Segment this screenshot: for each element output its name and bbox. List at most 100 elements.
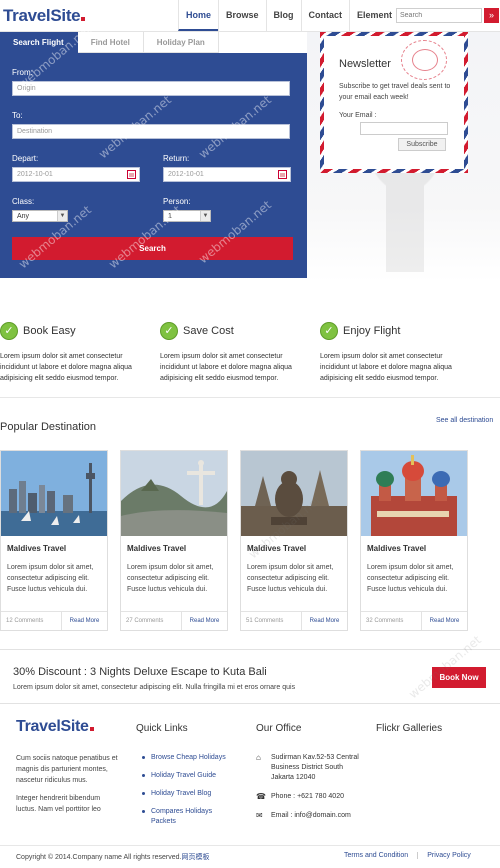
card-footer: 51 Comments Read More	[241, 611, 347, 630]
booking-panel: Search Flight Find Hotel Holiday Plan Fr…	[0, 32, 307, 278]
feature-title: Enjoy Flight	[343, 325, 401, 337]
destination-card: Maldives Travel Lorem ipsum dolor sit am…	[360, 450, 468, 631]
depart-label: Depart:	[12, 154, 39, 163]
footer-about: Cum sociis natoque penatibus et magnis d…	[16, 755, 118, 813]
nav-browse[interactable]: Browse	[218, 0, 266, 31]
origin-input[interactable]: Origin	[12, 81, 290, 96]
check-icon: ✓	[160, 322, 178, 340]
destination-photo-rio-statue[interactable]	[121, 451, 227, 536]
popular-destination-title: Popular Destination	[0, 421, 97, 433]
tab-holiday-plan[interactable]: Holiday Plan	[143, 32, 219, 53]
copyright-text: Copyright © 2014.Company name All rights…	[16, 854, 210, 861]
quick-links-title: Quick Links	[136, 723, 188, 734]
read-more-link[interactable]: Read More	[301, 612, 347, 630]
chevron-down-icon: ▼	[200, 211, 210, 221]
discount-text: Lorem ipsum dolor sit amet, consectetur …	[13, 684, 296, 691]
return-label: Return:	[163, 154, 190, 163]
read-more-link[interactable]: Read More	[61, 612, 107, 630]
comments-count[interactable]: 12 Comments	[6, 618, 43, 624]
check-icon: ✓	[0, 322, 18, 340]
card-title: Maldives Travel	[127, 544, 187, 553]
office-address: ⌂ Sudirman Kav.52-53 Central Business Di…	[256, 753, 359, 782]
from-label: From:	[12, 68, 33, 77]
book-now-button[interactable]: Book Now	[432, 667, 486, 688]
comments-count[interactable]: 27 Comments	[126, 618, 163, 624]
booking-tabs: Search Flight Find Hotel Holiday Plan	[0, 32, 307, 53]
destination-photo-city-skyline[interactable]	[1, 451, 107, 536]
privacy-link[interactable]: Privacy Policy	[417, 852, 471, 859]
feature-text: Lorem ipsum dolor sit amet consectetur i…	[320, 353, 452, 382]
destination-photo-temple-buddha[interactable]	[241, 451, 347, 536]
feature-text: Lorem ipsum dolor sit amet consectetur i…	[0, 353, 132, 382]
subscribe-button[interactable]: Subscribe	[398, 138, 446, 151]
card-text: Lorem ipsum dolor sit amet, consectetur …	[127, 564, 214, 593]
template-link[interactable]: 网页模板	[181, 854, 209, 861]
return-date-input[interactable]: 2012-10-01	[163, 167, 291, 182]
destination-card: Maldives Travel Lorem ipsum dolor sit am…	[120, 450, 228, 631]
our-office-title: Our Office	[256, 723, 302, 734]
class-select[interactable]: Any ▼	[12, 210, 68, 222]
logo-dot	[81, 17, 86, 21]
calendar-icon[interactable]	[278, 170, 287, 179]
mail-icon: ✉	[256, 811, 263, 820]
card-text: Lorem ipsum dolor sit amet, consectetur …	[367, 564, 454, 593]
destination-card: Maldives Travel Lorem ipsum dolor sit am…	[0, 450, 108, 631]
newsletter-title: Newsletter	[339, 58, 391, 70]
newsletter-email-input[interactable]	[360, 122, 448, 135]
comments-count[interactable]: 51 Comments	[246, 618, 283, 624]
comments-count[interactable]: 32 Comments	[366, 618, 403, 624]
chevron-down-icon: ▼	[57, 211, 67, 221]
terms-link[interactable]: Terms and Condition	[344, 852, 408, 859]
office-email: ✉ Email : info@domain.com	[256, 811, 351, 820]
card-title: Maldives Travel	[7, 544, 67, 553]
search-input[interactable]	[396, 8, 482, 23]
nav-element[interactable]: Element	[349, 0, 399, 31]
home-icon: ⌂	[256, 753, 261, 762]
search-flight-button[interactable]: Search	[12, 237, 293, 260]
person-label: Person:	[163, 197, 191, 206]
nav-home[interactable]: Home	[178, 0, 219, 31]
destination-photo-st-basil-cathedral[interactable]	[361, 451, 467, 536]
check-icon: ✓	[320, 322, 338, 340]
feature-title: Book Easy	[23, 325, 76, 337]
card-footer: 12 Comments Read More	[1, 611, 107, 630]
search-icon[interactable]: »	[484, 8, 499, 23]
quick-link-item[interactable]: Compares Holidays Packets	[140, 807, 236, 827]
email-label: Your Email :	[339, 112, 377, 119]
main-nav: Home Browse Blog Contact Element	[178, 0, 399, 31]
calendar-icon[interactable]	[127, 170, 136, 179]
quick-link-item[interactable]: Browse Cheap Holidays	[140, 753, 236, 763]
footer-links: Terms and Condition Privacy Policy	[344, 852, 471, 859]
discount-banner: 30% Discount : 3 Nights Deluxe Escape to…	[0, 649, 500, 704]
quick-link-item[interactable]: Holiday Travel Guide	[140, 771, 236, 781]
see-all-destination-link[interactable]: See all destination	[436, 417, 493, 424]
tab-find-hotel[interactable]: Find Hotel	[77, 32, 144, 53]
card-footer: 32 Comments Read More	[361, 611, 467, 630]
card-title: Maldives Travel	[247, 544, 307, 553]
footer-logo[interactable]: TravelSite	[16, 718, 94, 736]
nav-blog[interactable]: Blog	[265, 0, 301, 31]
section-divider	[0, 397, 500, 398]
footer-divider	[0, 845, 500, 846]
quick-link-item[interactable]: Holiday Travel Blog	[140, 789, 236, 799]
read-more-link[interactable]: Read More	[181, 612, 227, 630]
site-header: TravelSite Home Browse Blog Contact Elem…	[0, 0, 500, 32]
to-label: To:	[12, 111, 23, 120]
person-select[interactable]: 1 ▼	[163, 210, 211, 222]
discount-title: 30% Discount : 3 Nights Deluxe Escape to…	[13, 666, 267, 678]
destination-card: Maldives Travel Lorem ipsum dolor sit am…	[240, 450, 348, 631]
site-logo[interactable]: TravelSite	[3, 6, 86, 26]
nav-contact[interactable]: Contact	[300, 0, 350, 31]
card-footer: 27 Comments Read More	[121, 611, 227, 630]
newsletter-box: Newsletter Subscribe to get travel deals…	[320, 32, 468, 173]
depart-date-input[interactable]: 2012-10-01	[12, 167, 140, 182]
read-more-link[interactable]: Read More	[421, 612, 467, 630]
office-phone: ☎ Phone : +621 780 4020	[256, 792, 344, 801]
logo-dot	[89, 727, 94, 731]
tab-search-flight[interactable]: Search Flight	[0, 32, 78, 53]
feature-text: Lorem ipsum dolor sit amet consectetur i…	[160, 353, 292, 382]
phone-icon: ☎	[256, 792, 266, 801]
postage-stamp-icon	[401, 40, 447, 80]
site-footer: TravelSite Cum sociis natoque penatibus …	[0, 705, 500, 868]
destination-input[interactable]: Destination	[12, 124, 290, 139]
